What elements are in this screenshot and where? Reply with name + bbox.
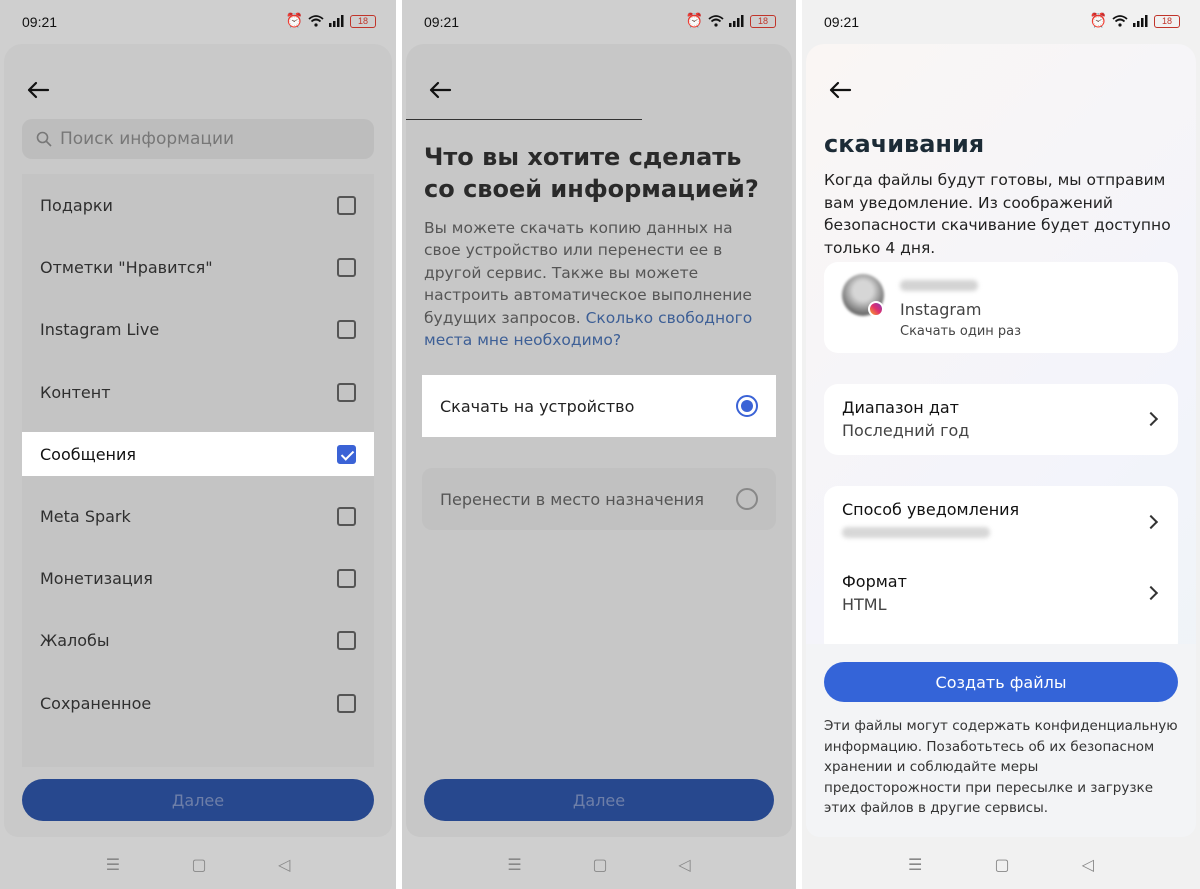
checkbox[interactable] xyxy=(337,257,356,277)
battery-icon: 18 xyxy=(350,14,376,28)
page-title: скачивания xyxy=(824,130,985,158)
alarm-icon: ⏰ xyxy=(1089,13,1107,29)
system-nav-bar: ☰ ▢ ◁ xyxy=(802,839,1200,889)
account-app: Instagram xyxy=(900,300,982,319)
list-item[interactable]: Монетизация xyxy=(22,547,374,609)
search-icon xyxy=(36,131,52,147)
wifi-icon xyxy=(308,15,324,27)
home-icon[interactable]: ▢ xyxy=(994,855,1009,874)
search-input[interactable]: Поиск информации xyxy=(22,119,374,159)
format-row[interactable]: Формат HTML xyxy=(842,572,1160,614)
list-item-messages-selected[interactable]: Сообщения xyxy=(22,432,374,477)
next-button[interactable]: Далее xyxy=(22,779,374,821)
checkbox[interactable] xyxy=(337,631,356,651)
back-arrow-icon[interactable] xyxy=(826,76,854,104)
phone-screen-select-info: 09:21 ⏰ 18 Поиск информации Подарки Отме… xyxy=(0,0,396,889)
list-item[interactable]: Отметки "Нравится" xyxy=(22,236,374,298)
privacy-disclaimer: Эти файлы могут содержать конфиденциальн… xyxy=(824,718,1178,817)
checkbox-checked[interactable] xyxy=(337,444,356,464)
list-item[interactable]: Instagram Live xyxy=(22,299,374,361)
status-bar: 09:21 ⏰ 18 xyxy=(802,0,1200,44)
checkbox[interactable] xyxy=(337,320,356,340)
signal-icon xyxy=(729,15,744,27)
wifi-icon xyxy=(1112,15,1128,27)
page-description: Вы можете скачать копию данных на свое у… xyxy=(424,219,753,350)
radio-unselected[interactable] xyxy=(736,488,758,510)
action-footer: Создать файлы Эти файлы могут содержать … xyxy=(806,644,1196,837)
home-icon[interactable]: ▢ xyxy=(592,855,607,874)
list-item[interactable]: Подарки xyxy=(22,174,374,236)
wifi-icon xyxy=(708,15,724,27)
status-bar: 09:21 ⏰ 18 xyxy=(0,0,396,44)
list-item[interactable]: Сохраненное xyxy=(22,672,374,734)
format-value: HTML xyxy=(842,595,887,614)
bottom-sheet: Что вы хотите сделать со своей информаци… xyxy=(406,44,792,837)
page-description: Когда файлы будут готовы, мы отправим ва… xyxy=(824,171,1171,257)
page-title: Что вы хотите сделать со своей информаци… xyxy=(424,143,759,203)
create-files-button[interactable]: Создать файлы xyxy=(824,662,1178,702)
checkbox[interactable] xyxy=(337,693,356,713)
bottom-sheet: Поиск информации Подарки Отметки "Нравит… xyxy=(4,44,392,837)
account-download-frequency: Скачать один раз xyxy=(900,324,1022,339)
list-item[interactable]: Контент xyxy=(22,361,374,423)
option-download-to-device[interactable]: Скачать на устройство xyxy=(422,375,776,437)
menu-icon[interactable]: ☰ xyxy=(507,855,521,874)
list-item[interactable]: Meta Spark xyxy=(22,485,374,547)
status-time: 09:21 xyxy=(424,14,460,30)
status-icons: ⏰ 18 xyxy=(1090,13,1180,29)
checkbox[interactable] xyxy=(337,506,356,526)
phone-screen-download-settings: 09:21 ⏰ 18 скачивания Когда файлы будут … xyxy=(802,0,1200,889)
back-triangle-icon[interactable]: ◁ xyxy=(278,855,290,874)
date-range-card[interactable]: Диапазон дат Последний год xyxy=(824,384,1178,455)
notification-method-row[interactable]: Способ уведомления xyxy=(842,500,1160,538)
back-triangle-icon[interactable]: ◁ xyxy=(678,855,690,874)
format-label: Формат xyxy=(842,572,907,591)
instagram-badge-icon xyxy=(868,301,884,317)
status-time: 09:21 xyxy=(824,14,860,30)
blurred-username xyxy=(900,280,978,291)
status-bar: 09:21 ⏰ 18 xyxy=(402,0,796,44)
phone-screen-choose-action: 09:21 ⏰ 18 Что вы хотите сделать со свое… xyxy=(402,0,796,889)
radio-selected[interactable] xyxy=(736,395,758,417)
status-time: 09:21 xyxy=(22,14,58,30)
bottom-sheet: скачивания Когда файлы будут готовы, мы … xyxy=(806,44,1196,837)
status-icons: ⏰ 18 xyxy=(686,13,776,29)
system-nav-bar: ☰ ▢ ◁ xyxy=(0,839,396,889)
signal-icon xyxy=(1133,15,1148,27)
status-icons: ⏰ 18 xyxy=(286,13,376,29)
alarm-icon: ⏰ xyxy=(685,13,703,29)
checkbox[interactable] xyxy=(337,195,356,215)
account-card: Instagram Скачать один раз xyxy=(824,262,1178,353)
battery-icon: 18 xyxy=(750,14,776,28)
checkbox[interactable] xyxy=(337,382,356,402)
back-arrow-icon[interactable] xyxy=(24,76,52,104)
notification-method-label: Способ уведомления xyxy=(842,500,1020,519)
blurred-email xyxy=(842,527,990,538)
battery-icon: 18 xyxy=(1154,14,1180,28)
checkbox[interactable] xyxy=(337,569,356,589)
menu-icon[interactable]: ☰ xyxy=(908,855,922,874)
signal-icon xyxy=(329,15,344,27)
back-arrow-icon[interactable] xyxy=(426,76,454,104)
search-placeholder: Поиск информации xyxy=(60,129,235,149)
date-range-label: Диапазон дат xyxy=(842,398,959,417)
date-range-value: Последний год xyxy=(842,421,970,440)
back-triangle-icon[interactable]: ◁ xyxy=(1082,855,1094,874)
option-transfer-to-destination[interactable]: Перенести в место назначения xyxy=(422,468,776,530)
settings-card: Способ уведомления Формат HTML xyxy=(824,486,1178,656)
alarm-icon: ⏰ xyxy=(285,13,303,29)
list-item[interactable]: Жалобы xyxy=(22,610,374,672)
home-icon[interactable]: ▢ xyxy=(191,855,206,874)
system-nav-bar: ☰ ▢ ◁ xyxy=(402,839,796,889)
menu-icon[interactable]: ☰ xyxy=(106,855,120,874)
date-range-row[interactable]: Диапазон дат Последний год xyxy=(842,398,1160,440)
next-button[interactable]: Далее xyxy=(424,779,774,821)
progress-divider xyxy=(406,119,642,120)
info-category-list: Подарки Отметки "Нравится" Instagram Liv… xyxy=(22,174,374,767)
